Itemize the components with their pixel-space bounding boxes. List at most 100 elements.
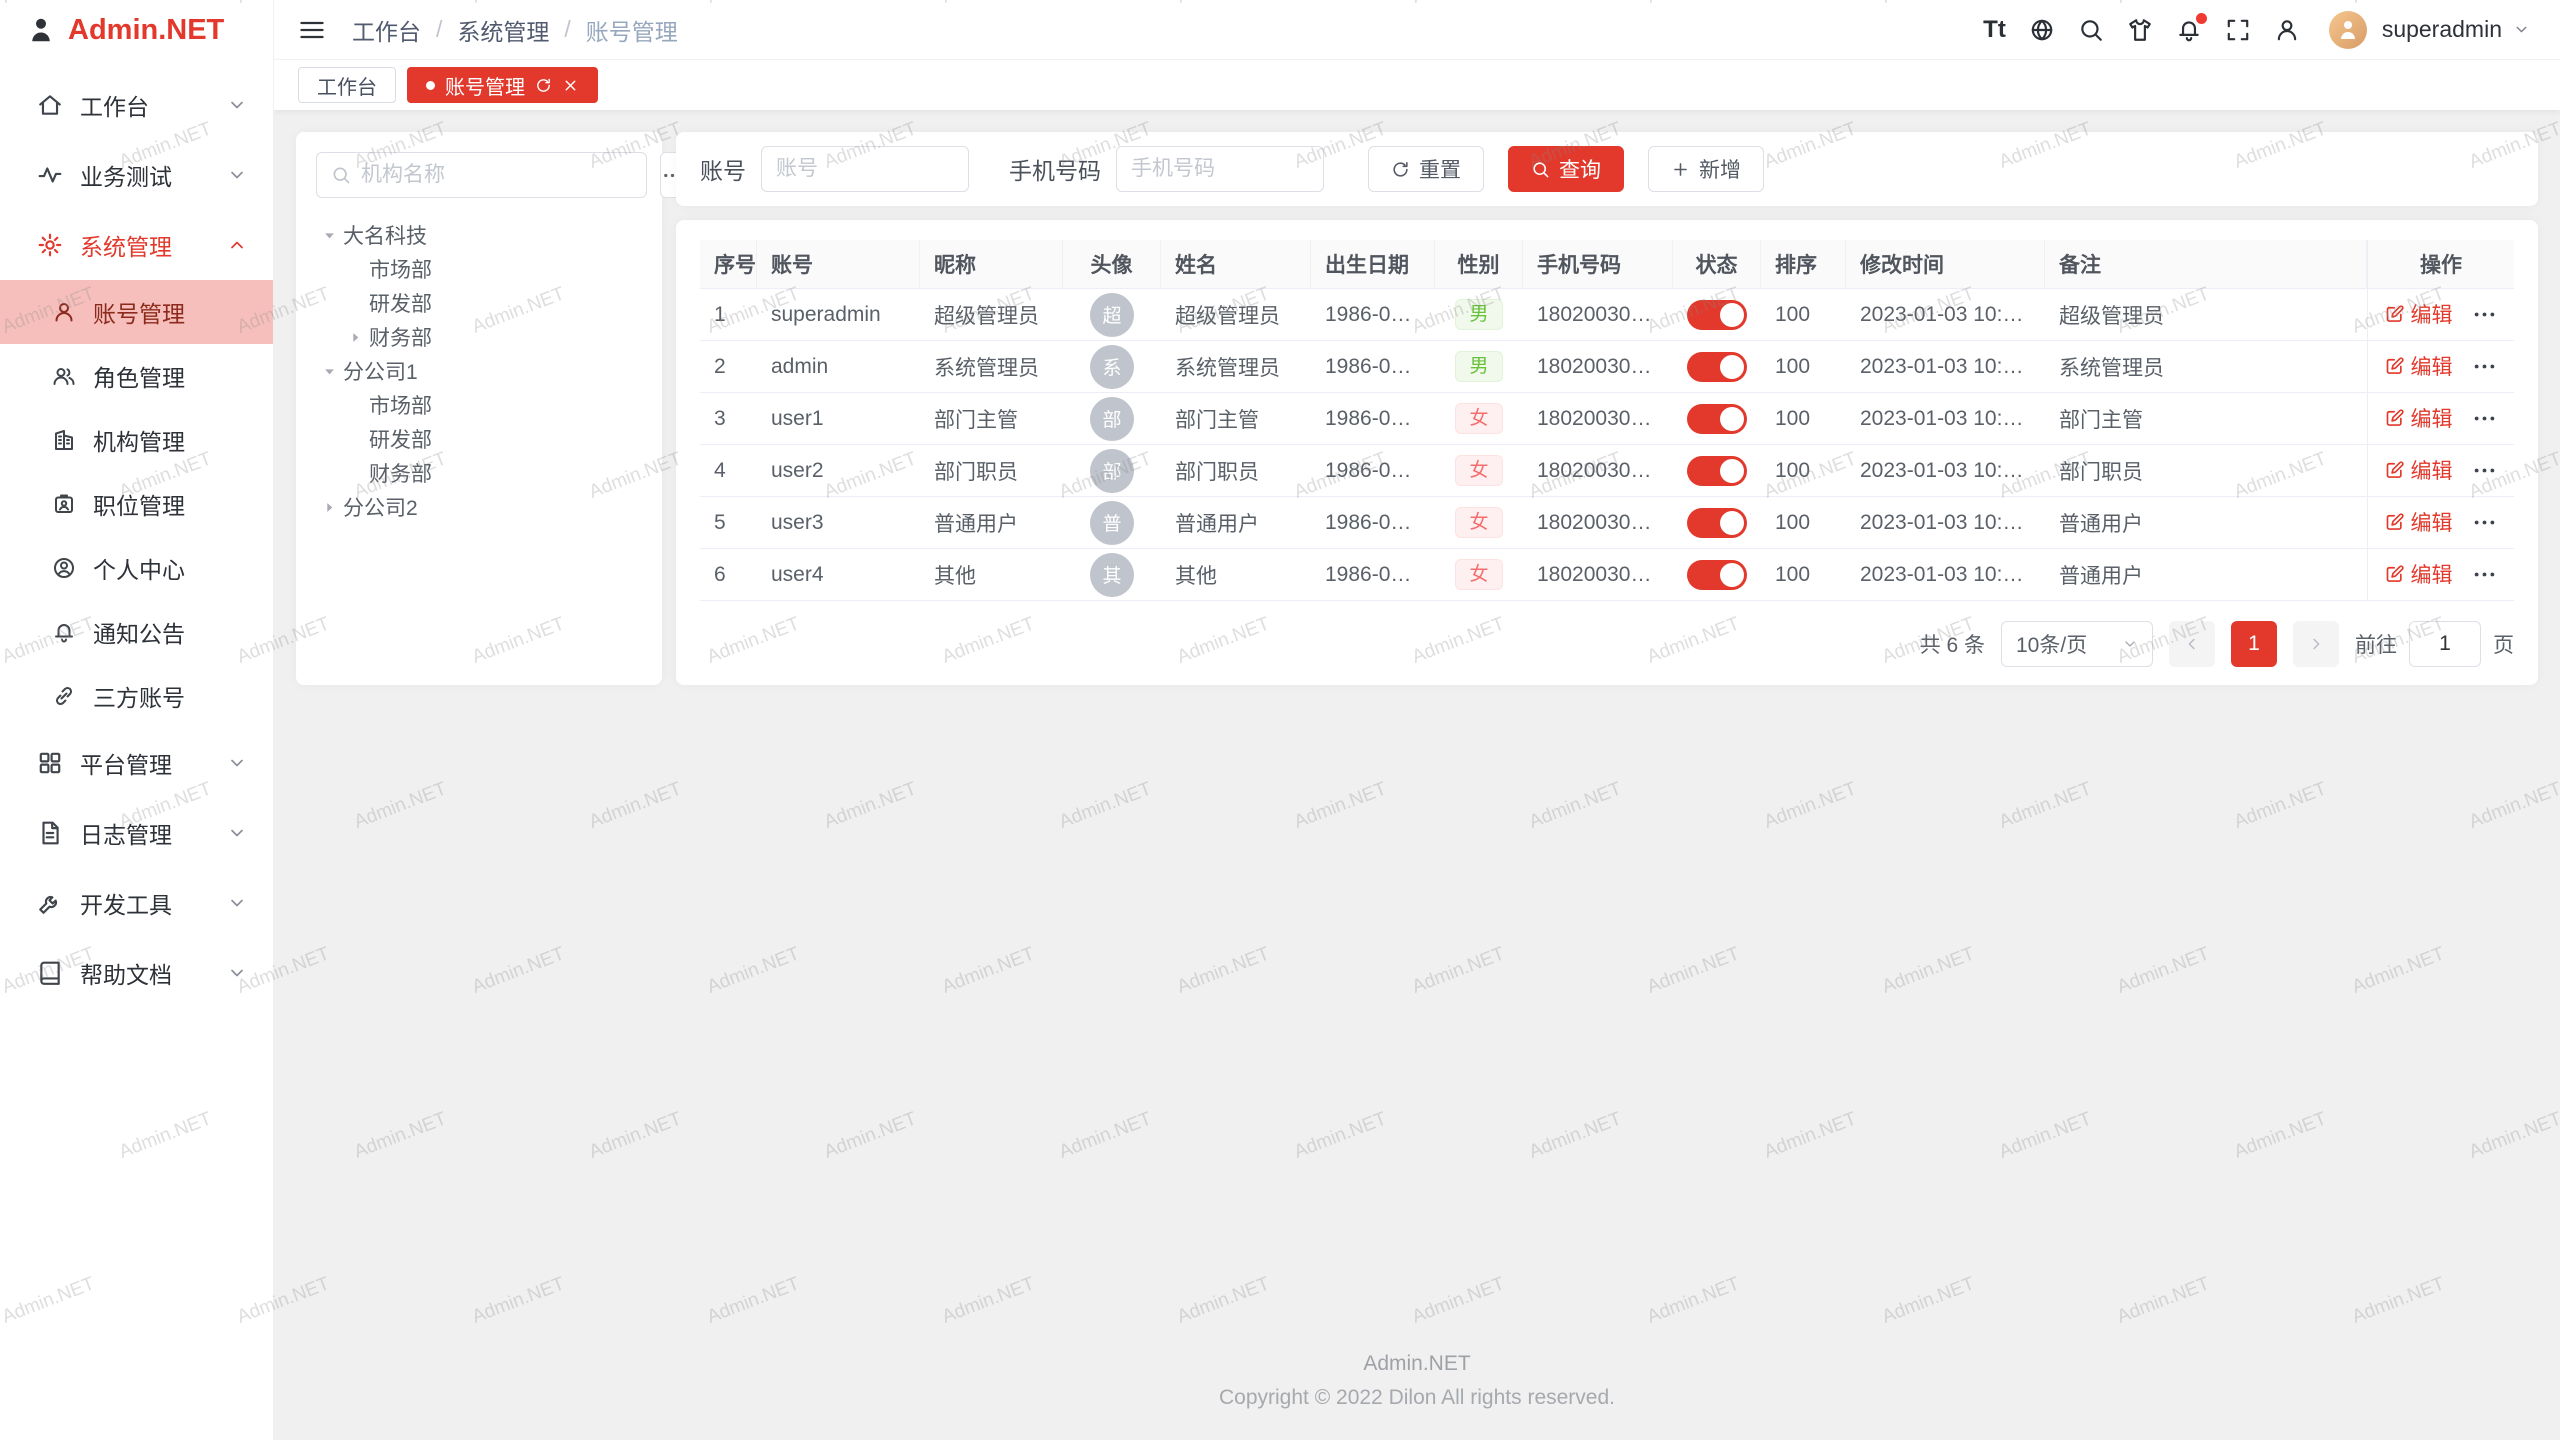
edit-button-label: 编辑: [2411, 351, 2453, 381]
prev-page-button[interactable]: [2169, 621, 2215, 667]
cell-remark: 部门主管: [2045, 393, 2367, 445]
edit-button[interactable]: 编辑: [2385, 299, 2453, 329]
sidebar-subitem[interactable]: 个人中心: [0, 536, 273, 600]
tree-node[interactable]: 分公司2: [316, 490, 642, 524]
account-filter-input[interactable]: [761, 146, 969, 192]
edit-button[interactable]: 编辑: [2385, 507, 2453, 537]
cell-gender: 男: [1435, 341, 1523, 393]
edit-button[interactable]: 编辑: [2385, 351, 2453, 381]
notification-bell[interactable]: [2176, 17, 2202, 43]
row-more-icon[interactable]: [2471, 457, 2498, 484]
status-toggle[interactable]: [1687, 404, 1747, 434]
sidebar-item[interactable]: 工作台: [0, 70, 273, 140]
chevron-icon: [227, 753, 247, 773]
sidebar-item[interactable]: 平台管理: [0, 728, 273, 798]
goto-page-input[interactable]: [2409, 621, 2481, 667]
tree-node[interactable]: 研发部: [316, 422, 642, 456]
tree-node[interactable]: 市场部: [316, 388, 642, 422]
breadcrumb-item[interactable]: 工作台: [352, 13, 421, 47]
sidebar-subitem[interactable]: 职位管理: [0, 472, 273, 536]
tree-node[interactable]: 分公司1: [316, 354, 642, 388]
edit-button[interactable]: 编辑: [2385, 455, 2453, 485]
org-search-box[interactable]: [316, 152, 647, 198]
tree-node-label: 市场部: [369, 254, 432, 284]
tree-caret-icon[interactable]: [316, 360, 343, 382]
row-avatar: 部: [1090, 397, 1134, 441]
tree-node[interactable]: 大名科技: [316, 218, 642, 252]
sidebar-item-label: 业务测试: [80, 158, 172, 192]
status-toggle[interactable]: [1687, 508, 1747, 538]
add-button[interactable]: 新增: [1648, 146, 1764, 192]
tree-node[interactable]: 研发部: [316, 286, 642, 320]
cell-name: 其他: [1161, 549, 1311, 601]
menu-collapse-icon[interactable]: [298, 16, 326, 44]
row-more-icon[interactable]: [2471, 301, 2498, 328]
tab-close-icon[interactable]: [562, 77, 579, 94]
wrench-icon: [37, 890, 63, 916]
sidebar-subitem[interactable]: 机构管理: [0, 408, 273, 472]
search-icon[interactable]: [2078, 17, 2104, 43]
pagination-total: 共 6 条: [1920, 629, 1985, 659]
font-size-icon[interactable]: Tt: [1983, 18, 2006, 42]
sidebar-subitem[interactable]: 角色管理: [0, 344, 273, 408]
notification-badge: [2196, 13, 2207, 24]
sidebar-subitem[interactable]: 通知公告: [0, 600, 273, 664]
org-search-input[interactable]: [361, 163, 632, 187]
sidebar-item[interactable]: 帮助文档: [0, 938, 273, 1008]
page-number-button[interactable]: 1: [2231, 621, 2277, 667]
user-circle-icon: [52, 556, 76, 580]
tree-node[interactable]: 市场部: [316, 252, 642, 286]
cell-status: [1673, 393, 1761, 445]
row-more-icon[interactable]: [2471, 353, 2498, 380]
cell-order: 100: [1761, 445, 1846, 497]
tree-node-label: 分公司2: [343, 492, 418, 522]
page-size-select[interactable]: 10条/页: [2001, 621, 2153, 667]
tree-caret-icon: [342, 428, 369, 450]
status-toggle[interactable]: [1687, 456, 1747, 486]
cell-account: user1: [757, 393, 920, 445]
row-more-icon[interactable]: [2471, 405, 2498, 432]
next-page-button[interactable]: [2293, 621, 2339, 667]
fullscreen-icon[interactable]: [2225, 17, 2251, 43]
sidebar-subitem[interactable]: 三方账号: [0, 664, 273, 728]
sidebar-item[interactable]: 日志管理: [0, 798, 273, 868]
breadcrumb-item[interactable]: 系统管理: [457, 13, 549, 47]
status-toggle[interactable]: [1687, 560, 1747, 590]
tab-refresh-icon[interactable]: [535, 77, 552, 94]
edit-button[interactable]: 编辑: [2385, 403, 2453, 433]
sidebar-subitem[interactable]: 账号管理: [0, 280, 273, 344]
tab[interactable]: 账号管理: [407, 67, 598, 103]
edit-button[interactable]: 编辑: [2385, 559, 2453, 589]
profile-icon[interactable]: [2274, 17, 2300, 43]
tree-caret-icon[interactable]: [342, 326, 369, 348]
cell-birthday: 1986-06-28: [1311, 393, 1435, 445]
sidebar-item[interactable]: 系统管理: [0, 210, 273, 280]
username[interactable]: superadmin: [2382, 16, 2502, 43]
status-toggle[interactable]: [1687, 352, 1747, 382]
row-more-icon[interactable]: [2471, 561, 2498, 588]
status-toggle[interactable]: [1687, 300, 1747, 330]
theme-icon[interactable]: [2127, 17, 2153, 43]
tab[interactable]: 工作台: [298, 67, 396, 103]
tree-node[interactable]: 财务部: [316, 456, 642, 490]
tree-caret-icon[interactable]: [316, 496, 343, 518]
sidebar-item[interactable]: 业务测试: [0, 140, 273, 210]
footer: Admin.NET Copyright © 2022 Dilon All rig…: [296, 1326, 2538, 1440]
language-icon[interactable]: [2029, 17, 2055, 43]
cards-row: 大名科技市场部研发部财务部分公司1市场部研发部财务部分公司2 账号 手机号码: [296, 132, 2538, 685]
column-header: 操作: [2367, 240, 2514, 289]
avatar[interactable]: [2329, 11, 2367, 49]
reset-button[interactable]: 重置: [1368, 146, 1484, 192]
phone-filter-input[interactable]: [1116, 146, 1324, 192]
row-more-icon[interactable]: [2471, 509, 2498, 536]
sidebar-item[interactable]: 开发工具: [0, 868, 273, 938]
cell-phone: 18020030720: [1523, 549, 1673, 601]
plus-icon: [1671, 160, 1690, 179]
tree-node-label: 市场部: [369, 390, 432, 420]
tree-caret-icon[interactable]: [316, 224, 343, 246]
user-menu-caret-icon[interactable]: [2513, 21, 2530, 38]
sidebar-item-label: 日志管理: [80, 816, 172, 850]
query-button[interactable]: 查询: [1508, 146, 1624, 192]
tree-node[interactable]: 财务部: [316, 320, 642, 354]
cell-seq: 5: [700, 497, 757, 549]
